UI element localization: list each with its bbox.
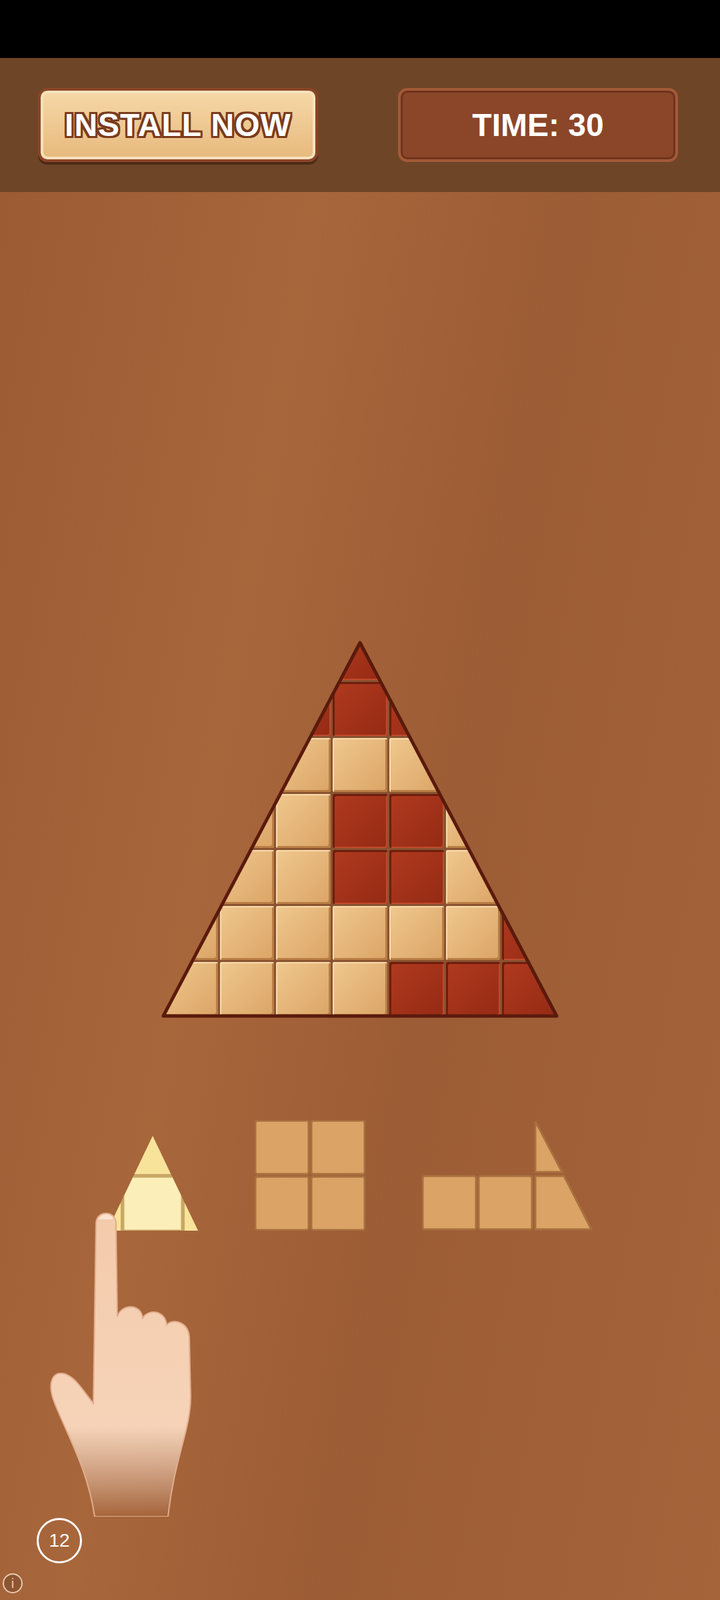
empty-cell	[389, 794, 444, 848]
filled-cell	[220, 642, 275, 680]
status-strip	[0, 0, 720, 58]
filled-cell	[446, 906, 501, 960]
filled-cell	[502, 642, 557, 680]
game-screen: INSTALL NOW TIME: 30 12 i	[0, 0, 720, 1600]
filled-cell	[276, 962, 331, 1016]
filled-cell	[220, 682, 275, 736]
filled-cell	[332, 962, 388, 1016]
filled-cell	[276, 906, 331, 960]
filled-cell	[502, 850, 557, 904]
filled-cell	[163, 850, 218, 904]
filled-cell	[276, 850, 331, 904]
filled-cell	[163, 738, 218, 792]
empty-cell	[332, 794, 388, 848]
empty-cell	[332, 850, 388, 904]
empty-cell	[502, 962, 557, 1016]
filled-cell	[446, 738, 501, 792]
filled-cell	[220, 962, 275, 1016]
triangle-piece[interactable]	[107, 1136, 198, 1231]
board-surface	[163, 642, 557, 1016]
filled-cell	[163, 906, 218, 960]
filled-cell	[389, 738, 444, 792]
board	[163, 642, 557, 1016]
empty-cell	[332, 642, 388, 680]
corner-piece[interactable]	[422, 1120, 593, 1231]
empty-cell	[446, 962, 501, 1016]
filled-cell	[446, 682, 501, 736]
pointing-hand-icon	[41, 1203, 208, 1517]
filled-cell	[502, 794, 557, 848]
board-grid	[163, 642, 557, 1016]
play-area	[0, 192, 720, 1231]
header-bar: INSTALL NOW TIME: 30	[0, 58, 720, 192]
filled-cell	[163, 642, 218, 680]
filled-cell	[446, 794, 501, 848]
filled-cell	[502, 682, 557, 736]
filled-cell	[220, 738, 275, 792]
filled-cell	[220, 906, 275, 960]
filled-cell	[220, 850, 275, 904]
empty-cell	[389, 682, 444, 736]
filled-cell	[389, 906, 444, 960]
filled-cell	[446, 850, 501, 904]
filled-cell	[276, 642, 331, 680]
filled-cell	[276, 738, 331, 792]
piece-tray	[0, 1120, 720, 1231]
filled-cell	[332, 738, 388, 792]
filled-cell	[163, 682, 218, 736]
filled-cell	[502, 738, 557, 792]
info-button[interactable]: i	[2, 1573, 23, 1594]
empty-cell	[389, 850, 444, 904]
filled-cell	[389, 642, 444, 680]
empty-cell	[502, 906, 557, 960]
install-button[interactable]: INSTALL NOW	[38, 88, 318, 162]
filled-cell	[332, 906, 388, 960]
empty-cell	[332, 682, 388, 736]
empty-cell	[389, 962, 444, 1016]
empty-cell	[276, 682, 331, 736]
filled-cell	[276, 794, 331, 848]
filled-cell	[446, 642, 501, 680]
filled-cell	[163, 962, 218, 1016]
board-outline-icon	[160, 640, 560, 1019]
square-piece[interactable]	[254, 1120, 366, 1231]
level-badge: 12	[36, 1518, 82, 1564]
filled-cell	[163, 794, 218, 848]
timer: TIME: 30	[398, 88, 678, 162]
filled-cell	[220, 794, 275, 848]
